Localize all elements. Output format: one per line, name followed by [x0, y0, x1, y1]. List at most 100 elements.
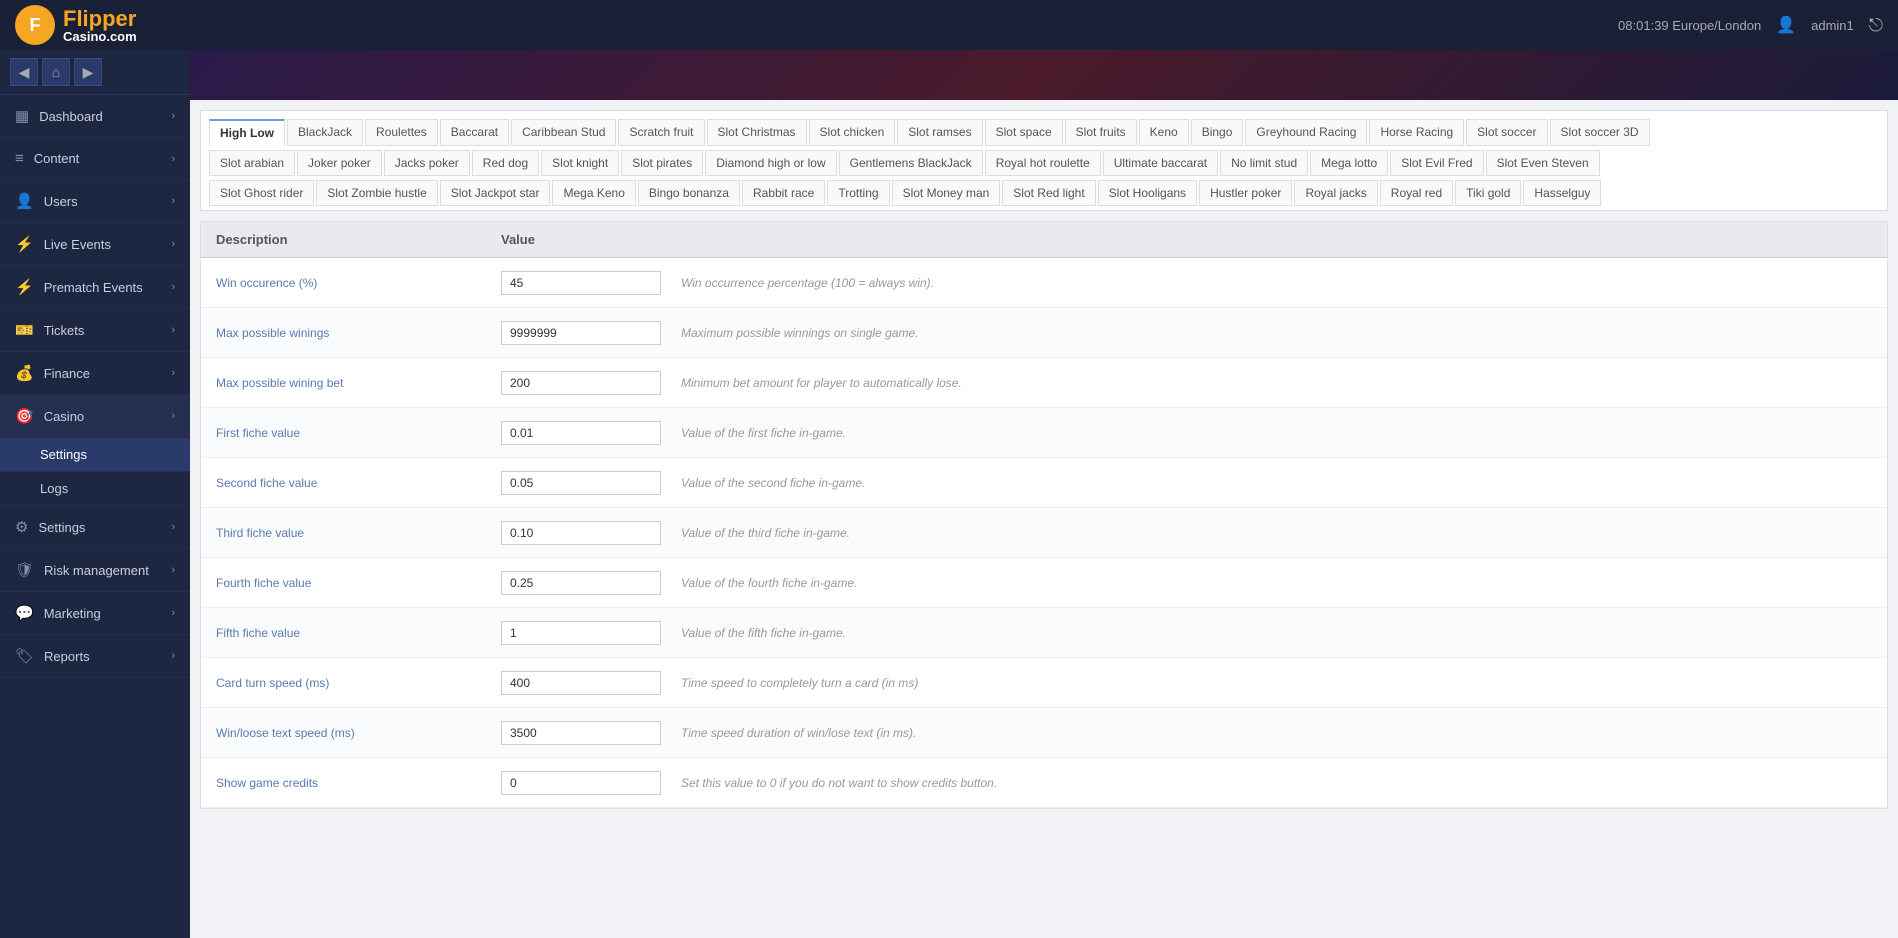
- tab-greyhound-racing[interactable]: Greyhound Racing: [1245, 119, 1367, 146]
- sidebar-home-button[interactable]: ⌂: [42, 58, 70, 86]
- chevron-right-icon: ›: [171, 367, 175, 379]
- tabs-row1: High LowBlackJackRoulettesBaccaratCaribb…: [209, 119, 1879, 146]
- settings-rows-container: Win occurence (%)Win occurrence percenta…: [201, 258, 1887, 808]
- tab-joker-poker[interactable]: Joker poker: [297, 150, 382, 176]
- tab-slot-zombie-hustle[interactable]: Slot Zombie hustle: [316, 180, 437, 206]
- sidebar-label-content: Content: [34, 151, 80, 166]
- sidebar-label-risk-management: Risk management: [44, 563, 149, 578]
- tab-tiki-gold[interactable]: Tiki gold: [1455, 180, 1521, 206]
- settings-input-win-loose-text-speed[interactable]: [501, 721, 661, 745]
- settings-hint-first-fiche-value: Value of the first fiche in-game.: [681, 426, 1872, 440]
- tab-high-low[interactable]: High Low: [209, 119, 285, 146]
- sidebar-label-tickets: Tickets: [44, 323, 85, 338]
- tab-slot-arabian[interactable]: Slot arabian: [209, 150, 295, 176]
- tab-trotting[interactable]: Trotting: [827, 180, 889, 206]
- sidebar-item-tickets[interactable]: 🎫 Tickets ›: [0, 309, 190, 352]
- tab-slot-even-steven[interactable]: Slot Even Steven: [1486, 150, 1600, 176]
- settings-table: Description Value Win occurence (%)Win o…: [200, 221, 1888, 809]
- sidebar-item-marketing[interactable]: 💬 Marketing ›: [0, 592, 190, 635]
- tab-slot-hooligans[interactable]: Slot Hooligans: [1098, 180, 1197, 206]
- settings-input-show-game-credits[interactable]: [501, 771, 661, 795]
- tab-slot-ramses[interactable]: Slot ramses: [897, 119, 982, 146]
- tab-ultimate-baccarat[interactable]: Ultimate baccarat: [1103, 150, 1218, 176]
- tab-baccarat[interactable]: Baccarat: [440, 119, 509, 146]
- tab-slot-red-light[interactable]: Slot Red light: [1002, 180, 1095, 206]
- sidebar-item-casino[interactable]: 🎯 Casino ›: [0, 395, 190, 438]
- settings-input-card-turn-speed[interactable]: [501, 671, 661, 695]
- settings-input-second-fiche-value[interactable]: [501, 471, 661, 495]
- header-value: Value: [501, 232, 701, 247]
- sidebar-item-settings[interactable]: ⚙ Settings ›: [0, 506, 190, 549]
- sidebar-item-risk-management[interactable]: 🛡 Risk management ›: [0, 549, 190, 592]
- settings-input-win-occurrence[interactable]: [501, 271, 661, 295]
- tab-mega-lotto[interactable]: Mega lotto: [1310, 150, 1388, 176]
- tab-slot-chicken[interactable]: Slot chicken: [809, 119, 896, 146]
- sidebar-item-dashboard[interactable]: ▦ Dashboard ›: [0, 95, 190, 138]
- settings-input-first-fiche-value[interactable]: [501, 421, 661, 445]
- tab-slot-jackpot-star[interactable]: Slot Jackpot star: [440, 180, 551, 206]
- tickets-icon: 🎫: [15, 321, 34, 339]
- tab-bingo[interactable]: Bingo: [1191, 119, 1244, 146]
- settings-input-fourth-fiche-value[interactable]: [501, 571, 661, 595]
- tab-slot-knight[interactable]: Slot knight: [541, 150, 619, 176]
- settings-input-max-possible-winning-bet[interactable]: [501, 371, 661, 395]
- tab-diamond-high-or-low[interactable]: Diamond high or low: [705, 150, 836, 176]
- finance-icon: 💰: [15, 364, 34, 382]
- tab-slot-christmas[interactable]: Slot Christmas: [707, 119, 807, 146]
- tab-mega-keno[interactable]: Mega Keno: [552, 180, 635, 206]
- tab-bingo-bonanza[interactable]: Bingo bonanza: [638, 180, 740, 206]
- settings-icon: ⚙: [15, 518, 28, 536]
- tab-roulettes[interactable]: Roulettes: [365, 119, 438, 146]
- sidebar-back-button[interactable]: ◀: [10, 58, 38, 86]
- tab-keno[interactable]: Keno: [1139, 119, 1189, 146]
- settings-input-fifth-fiche-value[interactable]: [501, 621, 661, 645]
- sidebar-item-finance[interactable]: 💰 Finance ›: [0, 352, 190, 395]
- tab-horse-racing[interactable]: Horse Racing: [1369, 119, 1464, 146]
- tab-hasselguy[interactable]: Hasselguy: [1523, 180, 1601, 206]
- settings-input-max-possible-winnings[interactable]: [501, 321, 661, 345]
- tab-hustler-poker[interactable]: Hustler poker: [1199, 180, 1292, 206]
- users-icon: 👤: [15, 192, 34, 210]
- tab-slot-fruits[interactable]: Slot fruits: [1065, 119, 1137, 146]
- tab-blackjack[interactable]: BlackJack: [287, 119, 363, 146]
- dashboard-icon: ▦: [15, 107, 29, 125]
- sidebar-sub-item-settings[interactable]: Settings: [0, 438, 190, 472]
- tab-red-dog[interactable]: Red dog: [472, 150, 539, 176]
- chevron-right-icon: ›: [171, 153, 175, 165]
- tabs-container: High LowBlackJackRoulettesBaccaratCaribb…: [200, 110, 1888, 211]
- tab-no-limit-stud[interactable]: No limit stud: [1220, 150, 1308, 176]
- settings-label-max-possible-winning-bet: Max possible wining bet: [216, 376, 501, 390]
- sidebar-item-content[interactable]: ≡ Content ›: [0, 138, 190, 180]
- sidebar-item-reports[interactable]: 🏷 Reports ›: [0, 635, 190, 678]
- settings-input-third-fiche-value[interactable]: [501, 521, 661, 545]
- tab-slot-soccer[interactable]: Slot soccer: [1466, 119, 1547, 146]
- tab-jacks-poker[interactable]: Jacks poker: [384, 150, 470, 176]
- sidebar-item-live-events[interactable]: ⚡ Live Events ›: [0, 223, 190, 266]
- tab-slot-money-man[interactable]: Slot Money man: [892, 180, 1001, 206]
- tab-gentlemens-blackjack[interactable]: Gentlemens BlackJack: [839, 150, 983, 176]
- sidebar-sub-item-logs[interactable]: Logs: [0, 472, 190, 506]
- sidebar-item-users[interactable]: 👤 Users ›: [0, 180, 190, 223]
- logout-icon[interactable]: ⎋: [1869, 15, 1883, 36]
- tab-scratch-fruit[interactable]: Scratch fruit: [618, 119, 704, 146]
- tab-royal-red[interactable]: Royal red: [1380, 180, 1453, 206]
- tab-slot-evil-fred[interactable]: Slot Evil Fred: [1390, 150, 1483, 176]
- sidebar-forward-button[interactable]: ▶: [74, 58, 102, 86]
- settings-label-max-possible-winnings: Max possible winings: [216, 326, 501, 340]
- tab-slot-space[interactable]: Slot space: [985, 119, 1063, 146]
- tab-slot-soccer-3d[interactable]: Slot soccer 3D: [1550, 119, 1650, 146]
- tab-caribbean-stud[interactable]: Caribbean Stud: [511, 119, 616, 146]
- settings-hint-show-game-credits: Set this value to 0 if you do not want t…: [681, 776, 1872, 790]
- settings-row-first-fiche-value: First fiche valueValue of the first fich…: [201, 408, 1887, 458]
- tab-slot-ghost-rider[interactable]: Slot Ghost rider: [209, 180, 314, 206]
- live-events-icon: ⚡: [15, 235, 34, 253]
- sidebar-item-prematch-events[interactable]: ⚡ Prematch Events ›: [0, 266, 190, 309]
- tab-royal-hot-roulette[interactable]: Royal hot roulette: [985, 150, 1101, 176]
- chevron-right-icon: ›: [171, 410, 175, 422]
- sidebar-label-prematch-events: Prematch Events: [44, 280, 143, 295]
- sidebar-label-live-events: Live Events: [44, 237, 111, 252]
- tab-royal-jacks[interactable]: Royal jacks: [1294, 180, 1377, 206]
- marketing-icon: 💬: [15, 604, 34, 622]
- tab-slot-pirates[interactable]: Slot pirates: [621, 150, 703, 176]
- tab-rabbit-race[interactable]: Rabbit race: [742, 180, 825, 206]
